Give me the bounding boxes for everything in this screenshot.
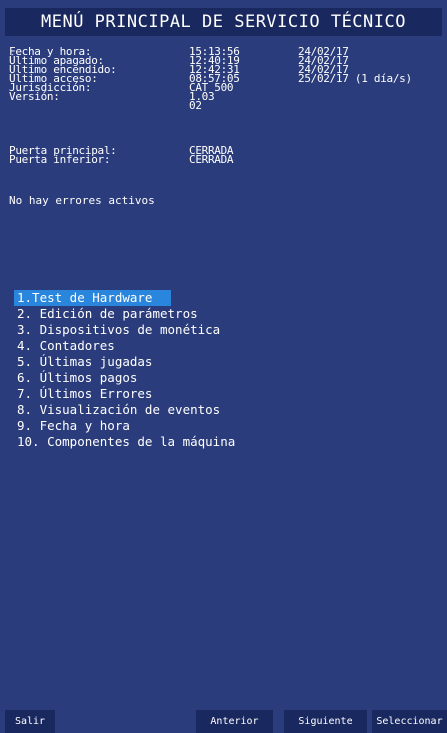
- info-value: 02: [189, 99, 202, 112]
- menu-item-last-plays[interactable]: 5. Últimas jugadas: [14, 354, 238, 370]
- menu-item-last-payments[interactable]: 6. Últimos pagos: [14, 370, 238, 386]
- menu-item-payment-devices[interactable]: 3. Dispositivos de monética: [14, 322, 238, 338]
- select-button[interactable]: Seleccionar: [372, 710, 447, 733]
- door-status: CERRADA: [189, 153, 234, 166]
- info-date: 25/02/17 (1 día/s): [298, 72, 412, 85]
- exit-button[interactable]: Salir: [5, 710, 55, 733]
- menu-item-hardware-test[interactable]: 1.Test de Hardware: [14, 290, 171, 306]
- menu-item-machine-components[interactable]: 10. Componentes de la máquina: [14, 434, 238, 450]
- menu-item-last-errors[interactable]: 7. Últimos Errores: [14, 386, 238, 402]
- error-status: No hay errores activos: [9, 194, 155, 207]
- menu-item-date-time[interactable]: 9. Fecha y hora: [14, 418, 238, 434]
- bottom-button-bar: Salir Anterior Siguiente Seleccionar: [0, 710, 447, 733]
- previous-button[interactable]: Anterior: [196, 710, 273, 733]
- door-label: Puerta inferior:: [9, 153, 111, 166]
- next-button[interactable]: Siguiente: [284, 710, 367, 733]
- main-menu: 1.Test de Hardware 2. Edición de parámet…: [14, 290, 238, 450]
- menu-item-parameter-editing[interactable]: 2. Edición de parámetros: [14, 306, 238, 322]
- service-screen: MENÚ PRINCIPAL DE SERVICIO TÉCNICO Fecha…: [0, 0, 447, 733]
- info-label: Versión:: [9, 90, 60, 103]
- menu-item-event-viewer[interactable]: 8. Visualización de eventos: [14, 402, 238, 418]
- page-title: MENÚ PRINCIPAL DE SERVICIO TÉCNICO: [5, 8, 442, 36]
- menu-row: 1.Test de Hardware: [14, 290, 238, 306]
- menu-item-counters[interactable]: 4. Contadores: [14, 338, 238, 354]
